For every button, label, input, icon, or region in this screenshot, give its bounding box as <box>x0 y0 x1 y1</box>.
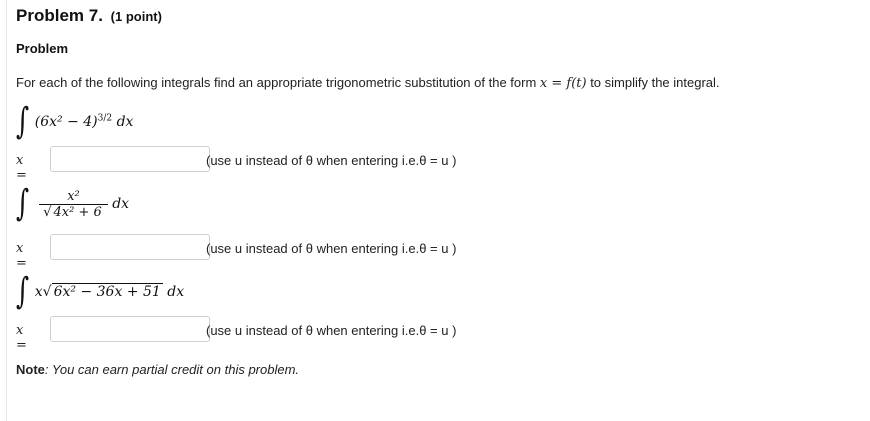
integral-2-radicand: 4x² + 6 <box>51 203 104 220</box>
note-label: Note <box>16 362 45 377</box>
integral-2-numerator: x² <box>39 189 108 205</box>
integral-2-denominator: √ 4x² + 6 <box>39 203 108 220</box>
answer-1-label: x = <box>16 153 27 183</box>
sqrt-symbol: √ <box>43 204 52 220</box>
integral-2-dx: dx <box>112 196 130 212</box>
integral-3-radicand: 6x² − 36x + 51 <box>51 283 163 300</box>
answer-1-hint: (use u instead of θ when entering i.e.θ … <box>206 153 457 168</box>
answer-3-label: x = <box>16 323 27 353</box>
integral-2: ∫ x² √ 4x² + 6 dx <box>16 186 129 222</box>
integral-sign: ∫ <box>16 271 30 312</box>
sqrt-symbol: √ <box>42 284 52 300</box>
problem-points: (1 point) <box>110 9 162 24</box>
instructions-text-end: to simplify the integral. <box>586 75 720 90</box>
answer-2-label: x = <box>16 241 27 271</box>
answer-2-input[interactable] <box>50 234 210 260</box>
integral-3-sqrt: √ 6x² − 36x + 51 <box>42 283 163 300</box>
problem-number: Problem 7. <box>16 6 103 25</box>
instructions-math: x = f(t) <box>539 76 587 91</box>
answer-1-input[interactable] <box>50 146 210 172</box>
partial-credit-note: Note: You can earn partial credit on thi… <box>16 362 299 377</box>
integral-1-dx: dx <box>116 114 134 130</box>
instructions-text-start: For each of the following integrals find… <box>16 75 540 90</box>
answer-3-hint: (use u instead of θ when entering i.e.θ … <box>206 323 457 338</box>
page-left-border <box>6 0 7 421</box>
integral-1-integrand: (6x² − 4) <box>34 114 98 130</box>
note-text: : You can earn partial credit on this pr… <box>44 362 300 377</box>
problem-instructions: For each of the following integrals find… <box>16 75 720 91</box>
integral-1-exponent: 3/2 <box>97 113 113 124</box>
integral-2-fraction: x² √ 4x² + 6 <box>39 189 108 220</box>
answer-2-hint: (use u instead of θ when entering i.e.θ … <box>206 241 457 256</box>
integral-3-dx: dx <box>167 284 185 300</box>
integral-1: ∫ (6x² − 4)3/2 dx <box>16 104 133 140</box>
integral-sign: ∫ <box>16 101 30 142</box>
integral-sign: ∫ <box>16 183 30 224</box>
answer-3-input[interactable] <box>50 316 210 342</box>
integral-3-lead: x <box>34 284 43 300</box>
problem-title: Problem 7. (1 point) <box>16 6 162 26</box>
problem-subheading: Problem <box>16 41 69 56</box>
integral-3: ∫ x√ 6x² − 36x + 51 dx <box>16 274 184 310</box>
